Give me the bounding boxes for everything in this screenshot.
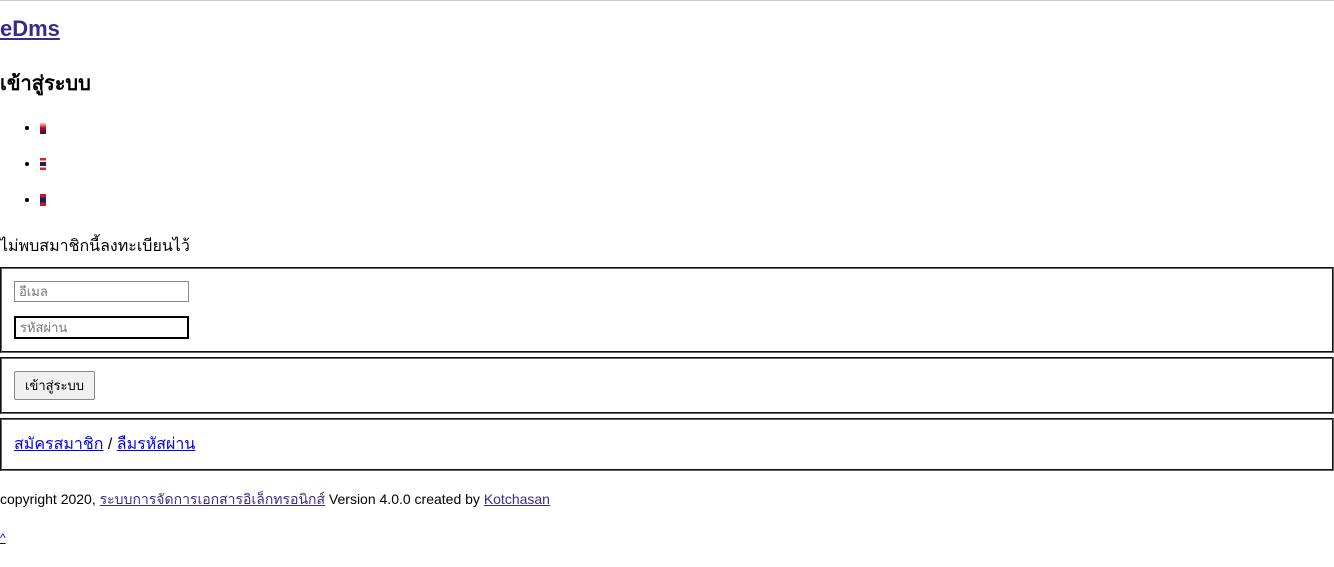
flag-icon-la: [40, 194, 46, 206]
link-separator: /: [103, 436, 116, 453]
flag-icon-en: [40, 122, 46, 134]
page-title: เข้าสู่ระบบ: [0, 67, 1334, 99]
copyright-prefix: copyright 2020,: [0, 491, 100, 507]
error-message: ไม่พบสมาชิกนี้ลงทะเบียนไว้: [0, 234, 1334, 259]
login-links-fieldset: สมัครสมาชิก / ลืมรหัสผ่าน: [0, 418, 1334, 471]
login-inputs-fieldset: [0, 267, 1334, 353]
language-list: [0, 119, 1334, 209]
password-field[interactable]: [14, 316, 189, 339]
footer: copyright 2020, ระบบการจัดการเอกสารอิเล็…: [0, 489, 1334, 511]
login-button[interactable]: เข้าสู่ระบบ: [14, 371, 95, 400]
language-item[interactable]: [40, 155, 1334, 173]
language-item[interactable]: [40, 191, 1334, 209]
email-field[interactable]: [14, 281, 189, 302]
system-name-link[interactable]: ระบบการจัดการเอกสารอิเล็กทรอนิกส์: [100, 491, 325, 507]
forgot-password-link[interactable]: ลืมรหัสผ่าน: [117, 436, 196, 453]
login-button-fieldset: เข้าสู่ระบบ: [0, 357, 1334, 414]
logo-heading: eDms: [0, 16, 1334, 42]
scroll-top-link[interactable]: ^: [0, 531, 1334, 545]
top-divider: [0, 0, 1334, 1]
logo-link[interactable]: eDms: [0, 16, 60, 41]
flag-icon-th: [40, 158, 46, 170]
language-item[interactable]: [40, 119, 1334, 137]
author-link[interactable]: Kotchasan: [484, 491, 550, 507]
version-text: Version 4.0.0 created by: [325, 491, 484, 507]
register-link[interactable]: สมัครสมาชิก: [14, 436, 103, 453]
